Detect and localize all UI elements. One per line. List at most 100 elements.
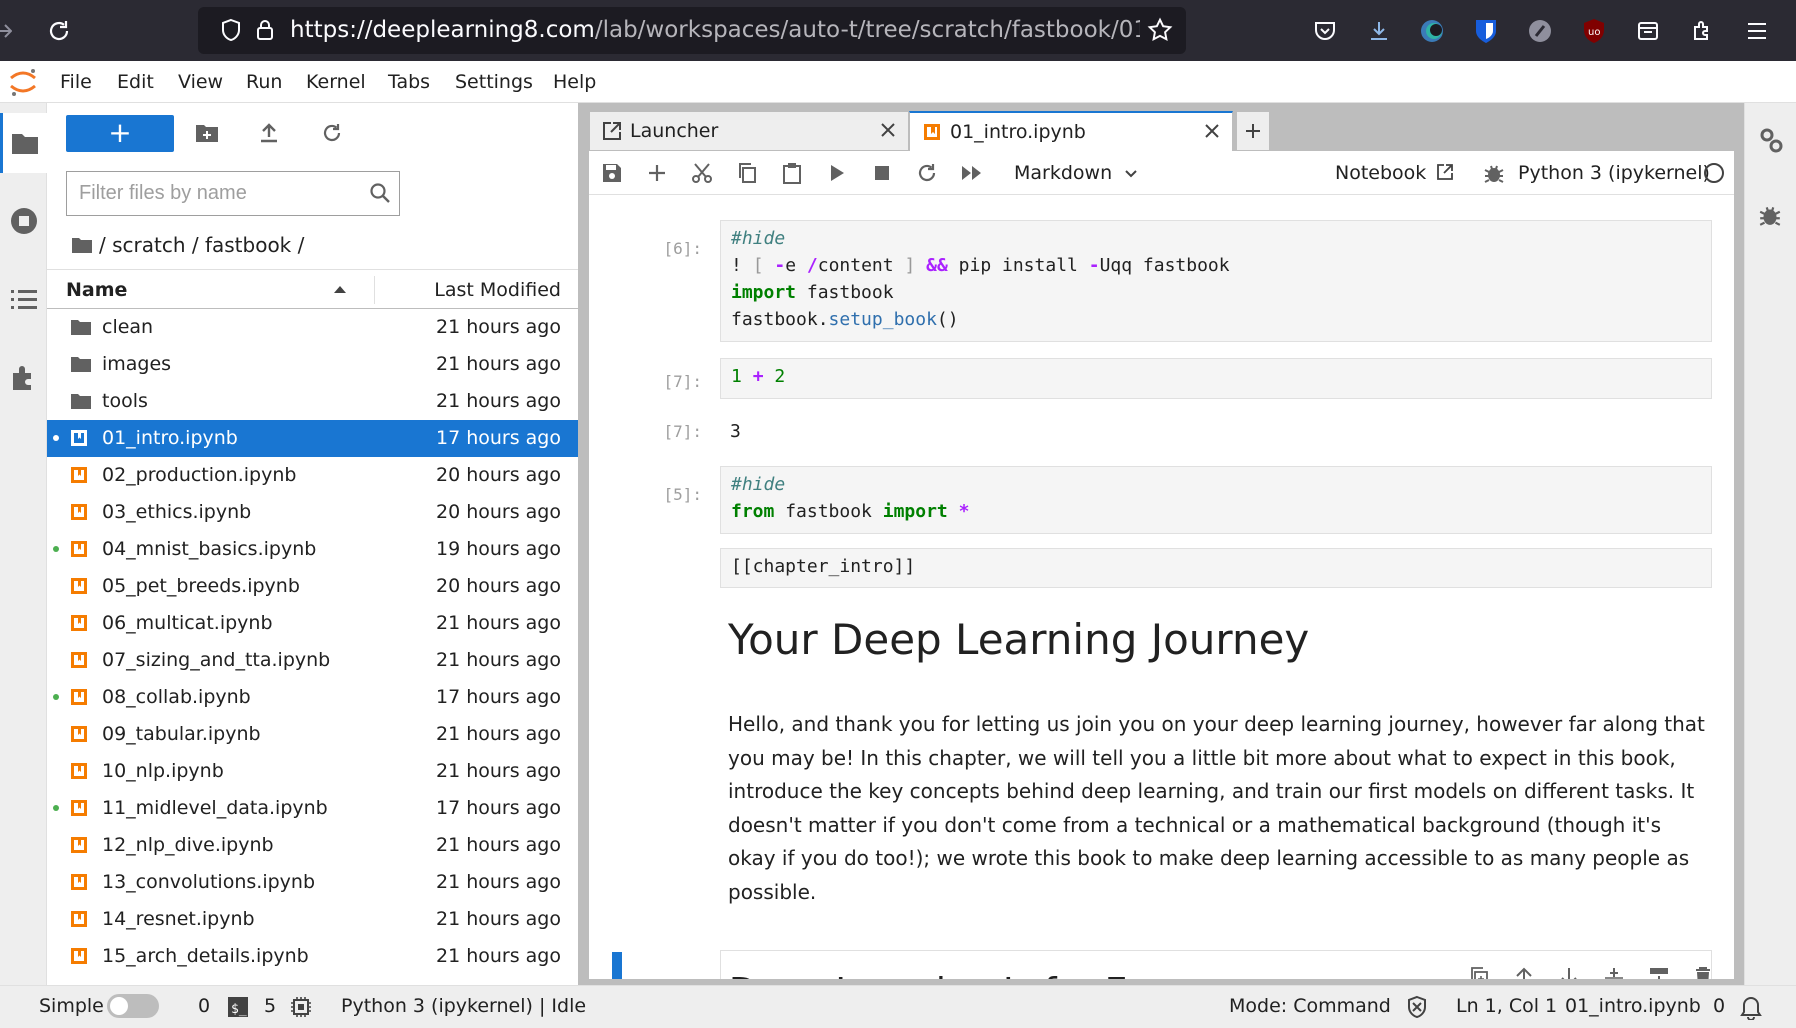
forward-icon[interactable] [0, 14, 16, 48]
code-cell[interactable]: 1 + 2 [720, 358, 1712, 399]
kernel-status[interactable]: Python 3 (ipykernel) | Idle [341, 986, 586, 1026]
file-row[interactable]: 14_resnet.ipynb 21 hours ago [47, 901, 578, 938]
refresh-icon[interactable] [317, 118, 347, 148]
file-row[interactable]: clean 21 hours ago [47, 309, 578, 346]
kernel-count[interactable]: 5 [264, 986, 276, 1026]
notebook-icon [70, 651, 88, 669]
menu-file[interactable]: File [60, 61, 92, 103]
table-of-contents-tab[interactable] [0, 269, 47, 329]
column-name[interactable]: Name [66, 270, 127, 310]
file-row[interactable]: 15_arch_details.ipynb 21 hours ago [47, 938, 578, 975]
menu-settings[interactable]: Settings [455, 61, 533, 103]
terminal-count[interactable]: 0 [198, 986, 210, 1026]
property-inspector-gears-icon[interactable] [1757, 125, 1785, 155]
raw-cell[interactable]: [[chapter_intro]] [720, 548, 1712, 588]
code-cell[interactable]: #hide from fastbook import * [720, 466, 1712, 534]
move-down-icon[interactable] [1555, 963, 1583, 979]
move-up-icon[interactable] [1510, 963, 1538, 979]
breadcrumb-path[interactable]: / scratch / fastbook / [99, 233, 304, 257]
downloads-icon[interactable] [1362, 14, 1396, 48]
restart-icon[interactable] [912, 158, 942, 188]
new-launcher-button[interactable]: + [66, 115, 174, 152]
copy-icon[interactable] [732, 158, 762, 188]
bookmark-star-icon[interactable] [1143, 13, 1177, 47]
delete-cell-icon[interactable] [1689, 963, 1717, 979]
file-modified: 20 hours ago [435, 501, 561, 523]
close-icon[interactable] [1204, 123, 1220, 139]
add-tab-button[interactable] [1236, 111, 1270, 151]
collapse-caret-icon[interactable] [691, 977, 703, 979]
dark-reader-icon[interactable] [1415, 14, 1449, 48]
run-icon[interactable] [822, 158, 852, 188]
menu-run[interactable]: Run [246, 61, 282, 103]
notebook-icon [70, 799, 88, 817]
file-row[interactable]: 11_midlevel_data.ipynb 17 hours ago [47, 790, 578, 827]
upload-icon[interactable] [254, 118, 284, 148]
menu-edit[interactable]: Edit [117, 61, 154, 103]
column-last-modified[interactable]: Last Modified [434, 270, 561, 310]
open-in-notebook-button[interactable]: Notebook [1335, 151, 1454, 195]
tab-notebook[interactable]: 01_intro.ipynb [909, 111, 1233, 152]
address-bar[interactable]: https://deeplearning8.com/lab/workspaces… [198, 7, 1186, 54]
paste-icon[interactable] [777, 158, 807, 188]
container-tab-icon[interactable] [1631, 14, 1665, 48]
save-icon[interactable] [597, 158, 627, 188]
insert-above-icon[interactable] [1600, 963, 1628, 979]
interrupt-icon[interactable] [867, 158, 897, 188]
extension-circle-icon[interactable] [1523, 14, 1557, 48]
new-folder-icon[interactable] [192, 118, 222, 148]
pocket-icon[interactable] [1308, 14, 1342, 48]
file-browser-tab[interactable] [0, 113, 47, 173]
file-row[interactable]: images 21 hours ago [47, 346, 578, 383]
extension-manager-tab[interactable] [0, 348, 47, 408]
file-row[interactable]: 07_sizing_and_tta.ipynb 21 hours ago [47, 642, 578, 679]
menu-view[interactable]: View [178, 61, 223, 103]
menu-kernel[interactable]: Kernel [306, 61, 366, 103]
file-row[interactable]: 06_multicat.ipynb 21 hours ago [47, 605, 578, 642]
debugger-bug-icon[interactable] [1479, 158, 1509, 188]
debugger-bug-icon[interactable] [1759, 203, 1781, 227]
file-row[interactable]: 13_convolutions.ipynb 21 hours ago [47, 864, 578, 901]
running-sessions-tab[interactable] [0, 191, 47, 251]
cut-icon[interactable] [687, 158, 717, 188]
menu-help[interactable]: Help [553, 61, 596, 103]
close-icon[interactable] [880, 122, 896, 138]
cell-type-dropdown[interactable]: Markdown [1014, 151, 1138, 195]
file-row[interactable]: 01_intro.ipynb 17 hours ago [47, 420, 578, 457]
file-row[interactable]: 08_collab.ipynb 17 hours ago [47, 679, 578, 716]
run-all-icon[interactable] [957, 158, 987, 188]
extensions-puzzle-icon[interactable] [1685, 14, 1719, 48]
file-row[interactable]: 12_nlp_dive.ipynb 21 hours ago [47, 827, 578, 864]
duplicate-cell-icon[interactable] [1465, 963, 1493, 979]
jupyter-logo-icon[interactable] [8, 66, 38, 98]
kernel-name-button[interactable]: Python 3 (ipykernel) [1518, 151, 1710, 195]
home-folder-icon[interactable] [71, 236, 93, 254]
simple-mode-toggle[interactable] [107, 994, 159, 1018]
code-cell[interactable]: #hide ! [ -e /content ] && pip install -… [720, 220, 1712, 342]
file-row[interactable]: 10_nlp.ipynb 21 hours ago [47, 753, 578, 790]
reload-icon[interactable] [42, 14, 76, 48]
trusted-shield-icon[interactable] [1406, 995, 1428, 1019]
lock-icon[interactable] [248, 13, 282, 47]
file-row[interactable]: tools 21 hours ago [47, 383, 578, 420]
notebook-content[interactable]: [6]: #hide ! [ -e /content ] && pip inst… [589, 195, 1734, 979]
shield-icon[interactable] [214, 13, 248, 47]
hamburger-menu-icon[interactable] [1740, 14, 1774, 48]
bitwarden-icon[interactable] [1469, 14, 1503, 48]
file-row[interactable]: 09_tabular.ipynb 21 hours ago [47, 716, 578, 753]
tab-launcher[interactable]: Launcher [589, 111, 909, 151]
insert-below-icon[interactable] [1645, 963, 1673, 979]
filter-files-field[interactable] [66, 171, 400, 216]
column-divider[interactable] [374, 276, 375, 304]
insert-cell-icon[interactable] [642, 158, 672, 188]
menu-tabs[interactable]: Tabs [388, 61, 430, 103]
bell-icon[interactable] [1739, 994, 1763, 1020]
cursor-position[interactable]: Ln 1, Col 1 [1456, 986, 1557, 1026]
file-row[interactable]: 02_production.ipynb 20 hours ago [47, 457, 578, 494]
sort-ascending-icon[interactable] [333, 284, 347, 294]
filter-files-input[interactable] [67, 172, 357, 215]
file-row[interactable]: 04_mnist_basics.ipynb 19 hours ago [47, 531, 578, 568]
file-row[interactable]: 05_pet_breeds.ipynb 20 hours ago [47, 568, 578, 605]
file-row[interactable]: 03_ethics.ipynb 20 hours ago [47, 494, 578, 531]
ublock-icon[interactable]: uo [1577, 14, 1611, 48]
